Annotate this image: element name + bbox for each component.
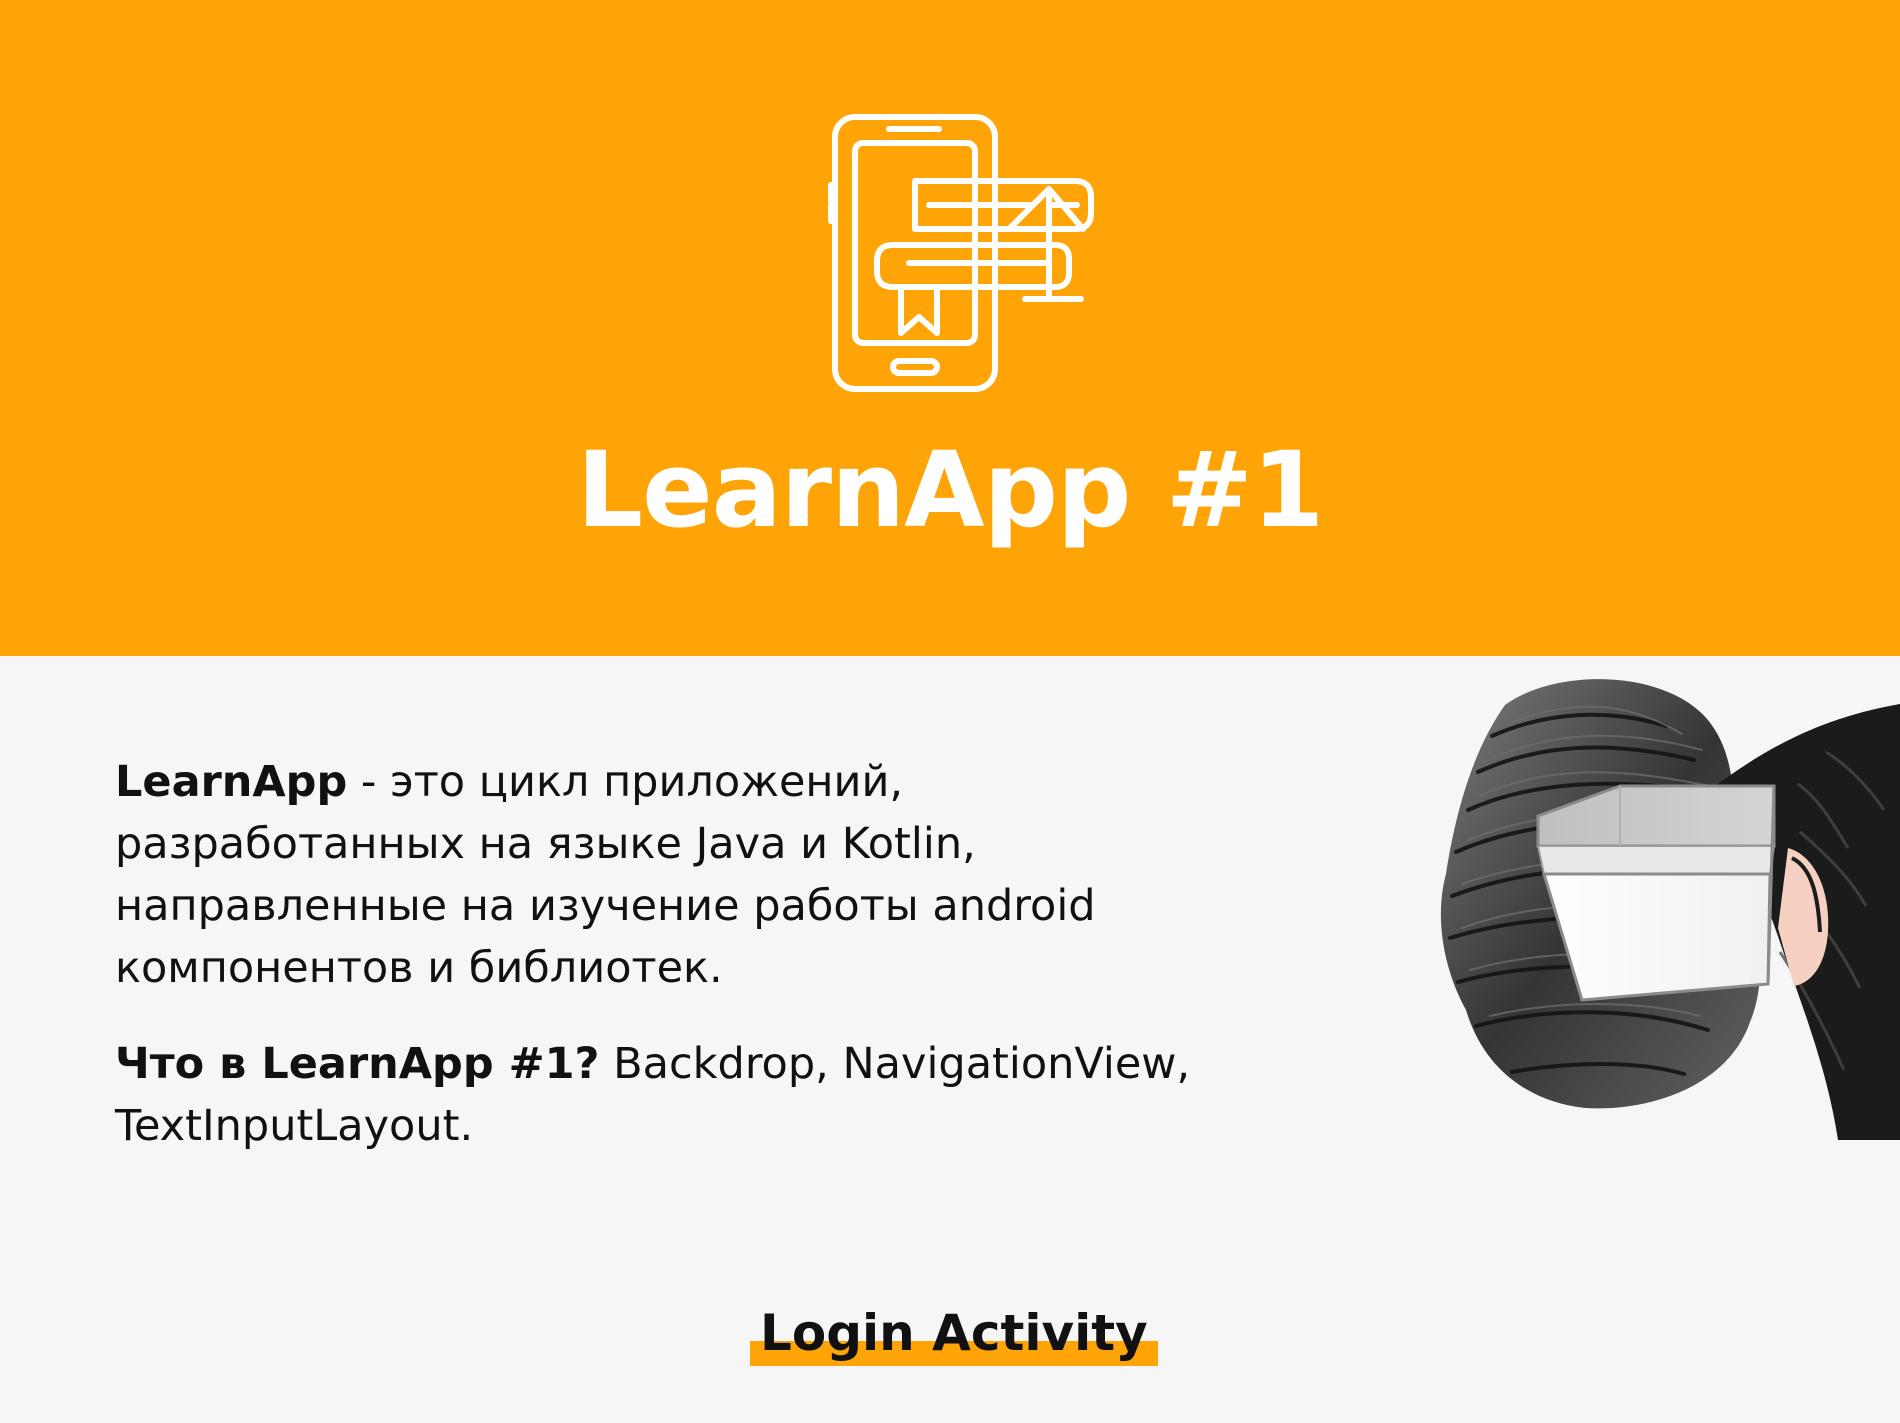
mobile-books-icon — [828, 113, 1109, 393]
description-lead-1: LearnApp — [115, 757, 348, 807]
hair-box-illustration — [1380, 670, 1900, 1140]
description-lead-2: Что в LearnApp #1? — [115, 1039, 600, 1089]
hero-banner: LearnApp #1 — [0, 0, 1900, 656]
content-section: LearnApp - это цикл приложений, разработ… — [0, 656, 1900, 1423]
app-title: LearnApp #1 — [576, 429, 1324, 551]
login-activity-link[interactable]: Login Activity — [750, 1306, 1158, 1366]
description-paragraph-1: LearnApp - это цикл приложений, разработ… — [115, 751, 1235, 999]
description-paragraph-2: Что в LearnApp #1? Backdrop, NavigationV… — [115, 1033, 1235, 1157]
